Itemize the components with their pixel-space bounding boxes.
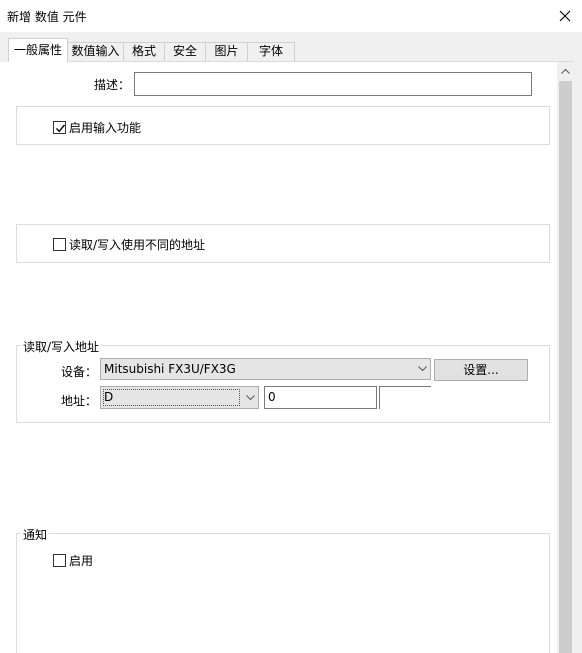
vertical-scrollbar[interactable] [557,62,574,653]
device-settings-button[interactable]: 设置... [434,359,528,381]
notify-legend: 通知 [21,526,50,543]
scroll-thumb[interactable] [559,81,572,653]
tab-label: 安全 [172,44,197,58]
notify-group [16,533,550,653]
enable-input-label: 启用输入功能 [69,120,142,135]
tab-label: 一般属性 [13,43,62,57]
address-label: 地址： [61,394,98,408]
tab-numeric-input[interactable]: 数值输入 [67,42,124,61]
chevron-down-icon [418,366,427,372]
address-extra-field [379,386,431,409]
tab-content-panel: 描述： 启用输入功能 读取/写入使用不同的地址 读取/写入地址 设备： Mits… [8,62,557,653]
checkbox-box [53,553,66,567]
checkbox-box [53,120,66,134]
checkmark-icon [55,124,66,132]
tab-font[interactable]: 字体 [247,42,295,61]
rw-address-legend: 读取/写入地址 [21,338,102,355]
checkbox-box [53,237,66,251]
tab-picture[interactable]: 图片 [205,42,248,61]
tab-security[interactable]: 安全 [164,42,206,61]
chevron-up-icon [561,68,570,74]
scroll-up-button[interactable] [557,62,574,79]
description-label: 描述： [94,78,131,92]
notify-enable-label: 启用 [69,553,94,568]
tab-label: 字体 [258,44,283,58]
window-title: 新增 数值 元件 [7,10,87,24]
address-type-value: D [104,390,114,404]
address-value-input[interactable]: 0 [264,386,377,409]
address-type-focus: D [103,389,240,406]
address-type-select[interactable]: D [100,386,259,409]
tab-label: 图片 [214,44,239,58]
chevron-down-icon [246,395,255,401]
device-select[interactable]: Mitsubishi FX3U/FX3G [100,358,431,380]
window-edge [574,62,582,653]
title-bar: 新增 数值 元件 [0,0,582,32]
device-label: 设备： [61,365,98,379]
rw-address-group [16,345,550,423]
description-input[interactable] [134,72,532,96]
close-button[interactable] [548,0,582,32]
close-icon [559,10,571,22]
device-value: Mitsubishi FX3U/FX3G [104,362,236,376]
enable-input-checkbox[interactable]: 启用输入功能 [53,119,141,135]
tab-label: 格式 [131,44,156,58]
rw-different-checkbox[interactable]: 读取/写入使用不同的地址 [53,236,205,252]
tab-general[interactable]: 一般属性 [8,38,68,62]
rw-different-label: 读取/写入使用不同的地址 [69,237,206,252]
tab-format[interactable]: 格式 [123,42,165,61]
tab-label: 数值输入 [71,44,120,58]
address-value: 0 [268,390,276,404]
notify-enable-checkbox[interactable]: 启用 [53,552,93,568]
